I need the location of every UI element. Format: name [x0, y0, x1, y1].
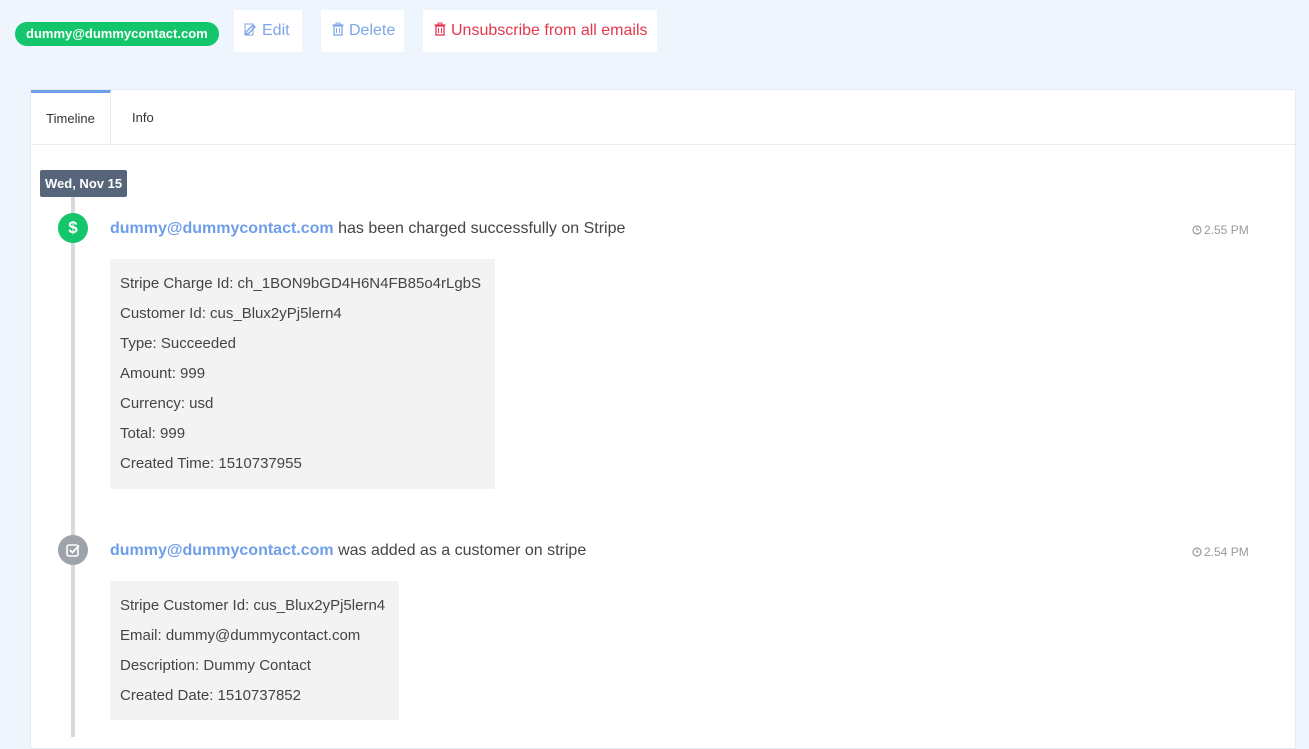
delete-button-label: Delete: [349, 22, 396, 39]
detail-line: Description: Dummy Contact: [120, 657, 311, 674]
detail-line: Created Date: 1510737852: [120, 687, 301, 704]
checkbox-icon: [58, 535, 88, 565]
contact-header: dummy@dummycontact.com Edit Delete Unsub…: [0, 0, 1309, 70]
dollar-icon: $: [58, 213, 88, 243]
event-time-label: 2.54 PM: [1204, 545, 1249, 559]
event-message: has been charged successfully on Stripe: [338, 220, 626, 237]
pencil-icon: [244, 23, 256, 36]
edit-button[interactable]: Edit: [234, 10, 302, 52]
detail-line: Currency: usd: [120, 395, 214, 412]
contact-email-badge: dummy@dummycontact.com: [15, 22, 219, 46]
event-title: dummy@dummycontact.com has been charged …: [110, 220, 625, 238]
edit-button-label: Edit: [262, 22, 290, 39]
contact-link[interactable]: dummy@dummycontact.com: [110, 220, 334, 237]
detail-line: Email: dummy@dummycontact.com: [120, 627, 361, 644]
timeline-line: [71, 197, 75, 737]
unsubscribe-button-label: Unsubscribe from all emails: [451, 22, 648, 39]
event-time-label: 2.55 PM: [1204, 223, 1249, 237]
event-time: 2.55 PM: [1192, 223, 1249, 237]
delete-button[interactable]: Delete: [321, 10, 404, 52]
detail-line: Customer Id: cus_Blux2yPj5lern4: [120, 305, 342, 322]
trash-icon: [434, 22, 446, 36]
detail-line: Amount: 999: [120, 365, 206, 382]
detail-line: Stripe Charge Id: ch_1BON9bGD4H6N4FB85o4…: [120, 275, 482, 292]
trash-icon: [332, 22, 344, 36]
tab-info[interactable]: Info: [132, 90, 172, 144]
clock-icon: [1192, 547, 1202, 557]
unsubscribe-button[interactable]: Unsubscribe from all emails: [423, 10, 657, 52]
timeline-date-badge: Wed, Nov 15: [40, 170, 128, 197]
detail-line: Stripe Customer Id: cus_Blux2yPj5lern4: [120, 597, 386, 614]
tab-bar: Timeline Info: [31, 90, 1295, 145]
tab-timeline[interactable]: Timeline: [31, 90, 111, 144]
event-details: Stripe Charge Id: ch_1BON9bGD4H6N4FB85o4…: [110, 259, 495, 489]
detail-line: Type: Succeeded: [120, 335, 236, 352]
event-time: 2.54 PM: [1192, 545, 1249, 559]
checkbox-glyph: [66, 544, 80, 557]
event-details: Stripe Customer Id: cus_Blux2yPj5lern4 E…: [110, 581, 399, 720]
clock-icon: [1192, 225, 1202, 235]
event-title: dummy@dummycontact.com was added as a cu…: [110, 542, 586, 560]
event-message: was added as a customer on stripe: [338, 542, 587, 559]
contact-link[interactable]: dummy@dummycontact.com: [110, 542, 334, 559]
detail-line: Total: 999: [120, 425, 186, 442]
detail-line: Created Time: 1510737955: [120, 455, 302, 472]
